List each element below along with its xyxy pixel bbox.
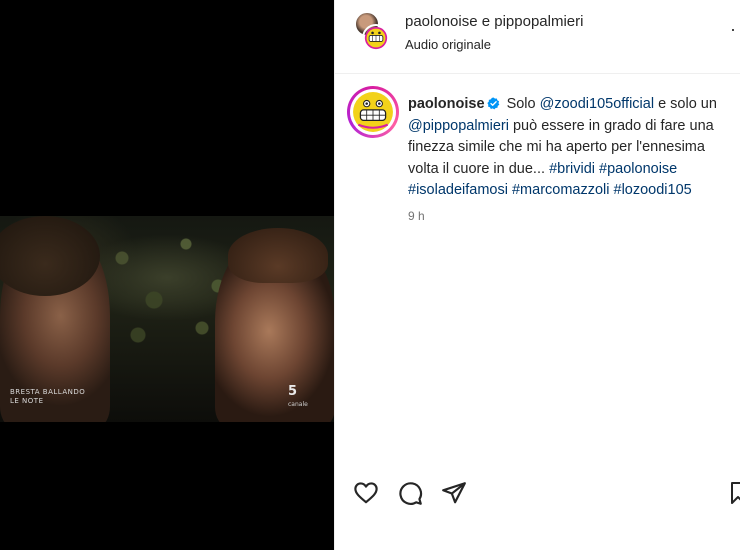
caption-text: paolonoise Solo @zoodi105official e solo… xyxy=(408,94,734,202)
verified-badge-icon xyxy=(486,97,499,110)
paolonoise-logo-icon xyxy=(353,92,393,132)
hashtag-marcomazzoli[interactable]: #marcomazzoli xyxy=(512,182,610,198)
header-usernames[interactable]: paolonoise e pippopalmieri xyxy=(405,13,583,30)
caption-avatar[interactable] xyxy=(350,89,396,135)
video-overlay-line2: LE NOTE xyxy=(10,397,44,405)
channel-logo-sub: canale xyxy=(288,401,308,408)
hashtag-paolonoise[interactable]: #paolonoise xyxy=(599,161,677,177)
more-options-icon[interactable]: · xyxy=(730,20,740,40)
mention-zoodi105official[interactable]: @zoodi105official xyxy=(540,96,654,112)
avatar-paolonoise[interactable] xyxy=(362,24,390,52)
caption-username[interactable]: paolonoise xyxy=(408,96,485,112)
caption-text-part2: e solo un xyxy=(654,96,717,112)
hashtag-brividi[interactable]: #brividi xyxy=(549,161,595,177)
reel-video[interactable]: BRESTA BALLANDO LE NOTE 5 canale xyxy=(0,216,334,422)
audio-original-link[interactable]: Audio originale xyxy=(405,37,491,52)
action-bar xyxy=(335,478,740,512)
comment-icon[interactable] xyxy=(397,480,423,506)
caption-avatar-ring[interactable] xyxy=(347,86,399,138)
post-info-pane: paolonoise e pippopalmieri Audio origina… xyxy=(334,0,740,550)
video-overlay-line1: BRESTA BALLANDO xyxy=(10,388,86,396)
heart-icon[interactable] xyxy=(353,480,379,506)
media-pane: BRESTA BALLANDO LE NOTE 5 canale xyxy=(0,0,334,550)
channel-logo: 5 xyxy=(288,384,298,399)
collab-avatars[interactable] xyxy=(352,12,392,54)
caption-text-part1: Solo xyxy=(502,96,540,112)
share-icon[interactable] xyxy=(441,480,467,506)
post-header: paolonoise e pippopalmieri Audio origina… xyxy=(335,0,740,74)
hashtag-lozoodi105[interactable]: #lozoodi105 xyxy=(614,182,692,198)
post-timestamp[interactable]: 9 h xyxy=(408,209,425,223)
mention-pippopalmieri[interactable]: @pippopalmieri xyxy=(408,118,509,134)
video-person-right-hair xyxy=(228,228,328,283)
video-overlay-caption: BRESTA BALLANDO LE NOTE xyxy=(10,388,85,406)
hashtag-isoladeifamosi[interactable]: #isoladeifamosi xyxy=(408,182,508,198)
bookmark-icon[interactable] xyxy=(731,480,740,506)
